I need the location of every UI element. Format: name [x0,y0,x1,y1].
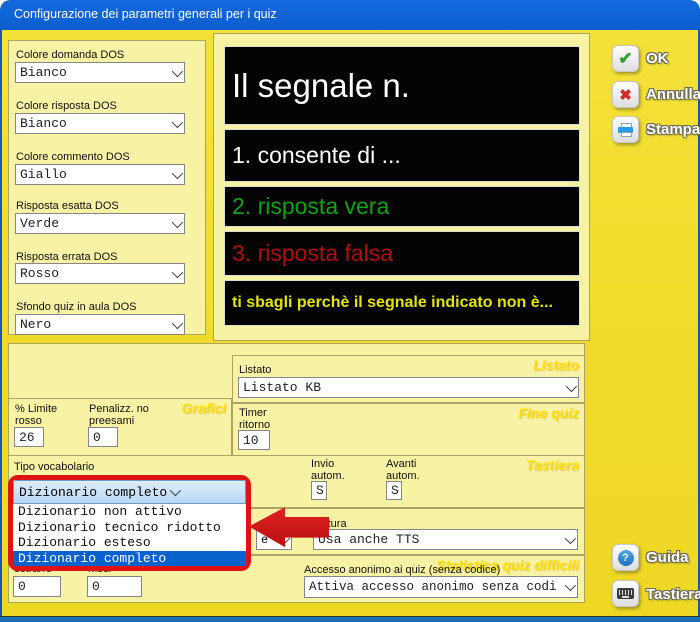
chevron-down-icon [172,216,183,227]
timer-ritorno-label: Timer ritorno [239,407,279,431]
avanti-autom-input[interactable]: S [386,481,402,500]
chevron-down-icon [172,116,183,127]
ok-button-label: OK [646,50,669,67]
tipo-vocabolario-options-list: Dizionario non attivo Dizionario tecnico… [13,504,246,566]
quiz-preview-panel: Il segnale n. 1. consente di ... 2. risp… [213,33,590,341]
penalizz-input[interactable]: 0 [88,427,118,447]
option-dizionario-tecnico-ridotto[interactable]: Dizionario tecnico ridotto [13,520,246,536]
limite-rosso-input[interactable]: 26 [14,427,44,447]
x-icon: ✖ [619,86,632,104]
limite-rosso-label: % Limite rosso [15,403,71,427]
check-icon: ✔ [618,49,632,69]
preview-comment-line: ti sbagli perchè il segnale indicato non… [224,280,580,326]
lettura-select[interactable]: Usa anche TTS [313,529,578,550]
listato-group: Listato Listato Listato KB [232,355,585,403]
keyboard-icon [617,588,634,599]
chevron-down-icon [172,317,183,328]
risposta-esatta-select[interactable]: Verde [15,213,185,234]
field-label: Risposta esatta DOS [16,200,119,212]
chevron-down-icon [170,485,181,496]
preview-answer1-line: 1. consente di ... [224,129,580,182]
chevron-down-icon [172,266,183,277]
accesso-anonimo-select[interactable]: Attiva accesso anonimo senza codi [304,576,578,598]
ok-button[interactable]: ✔ [612,45,639,72]
help-icon: ? [618,550,634,566]
penalizz-label: Penalizz. no preesami [89,403,153,427]
window-title: Configurazione dei parametri generali pe… [14,7,277,21]
sfondo-quiz-select[interactable]: Nero [15,314,185,335]
chevron-down-icon [172,167,183,178]
annulla-button[interactable]: ✖ [612,81,639,108]
option-dizionario-esteso[interactable]: Dizionario esteso [13,535,246,551]
preview-answer2-line: 2. risposta vera [224,186,580,227]
listato-select[interactable]: Listato KB [238,377,579,398]
window-border-left [0,30,2,617]
tastiera-button-label: Tastiera [646,586,700,603]
tastiera-button[interactable] [612,580,639,607]
printer-icon [618,123,634,136]
estrarre-input[interactable]: 0 [13,576,61,597]
annulla-button-label: Annulla [646,86,700,103]
colore-risposta-select[interactable]: Bianco [15,113,185,134]
chevron-down-icon [172,65,183,76]
preview-question-line: Il segnale n. [224,46,580,125]
stampa-button[interactable] [612,116,639,143]
listato-group-title: Listato [533,357,579,373]
field-label: Colore risposta DOS [16,100,117,112]
guida-button-label: Guida [646,549,689,566]
colore-commento-select[interactable]: Giallo [15,164,185,185]
mesi-input[interactable]: 0 [87,576,142,597]
colore-domanda-select[interactable]: Bianco [15,62,185,83]
invio-autom-label: Invio autom. [311,458,351,482]
title-bar: Configurazione dei parametri generali pe… [0,0,700,30]
window-border-bottom [0,616,700,622]
risposta-errata-select[interactable]: Rosso [15,263,185,284]
invio-autom-input[interactable]: S [311,481,327,500]
tipo-vocabolario-label: Tipo vocabolario [14,461,94,473]
guida-button[interactable]: ? [612,544,639,571]
option-dizionario-non-attivo[interactable]: Dizionario non attivo [13,504,246,520]
fine-quiz-group: Fine quiz Timer ritorno 10 [232,403,585,456]
field-label: Colore commento DOS [16,151,130,163]
stampa-button-label: Stampa [646,121,700,138]
chevron-down-icon [566,380,577,391]
preview-answer3-line: 3. risposta falsa [224,231,580,276]
tipo-vocabolario-select[interactable]: Dizionario completo [13,480,246,504]
listato-label: Listato [239,364,271,376]
grafici-group-title: Grafici [182,400,226,416]
field-label: Colore domanda DOS [16,49,124,61]
field-label: Risposta errata DOS [16,251,117,263]
field-label: Sfondo quiz in aula DOS [16,301,136,313]
timer-ritorno-input[interactable]: 10 [238,430,270,450]
dos-colors-panel: Colore domanda DOS Colore risposta DOS C… [8,40,206,335]
chevron-down-icon [565,580,576,591]
option-dizionario-completo[interactable]: Dizionario completo [13,551,246,567]
chevron-down-icon [565,532,576,543]
accesso-anonimo-label: Accesso anonimo ai quiz (senza codice) [304,564,500,576]
tastiera-group-title: Tastiera [526,457,579,473]
quiz-config-dialog: Configurazione dei parametri generali pe… [0,0,700,622]
grafici-group: Grafici % Limite rosso 26 Penalizz. no p… [8,398,232,456]
avanti-autom-label: Avanti autom. [386,458,428,482]
fine-quiz-group-title: Fine quiz [518,405,579,421]
